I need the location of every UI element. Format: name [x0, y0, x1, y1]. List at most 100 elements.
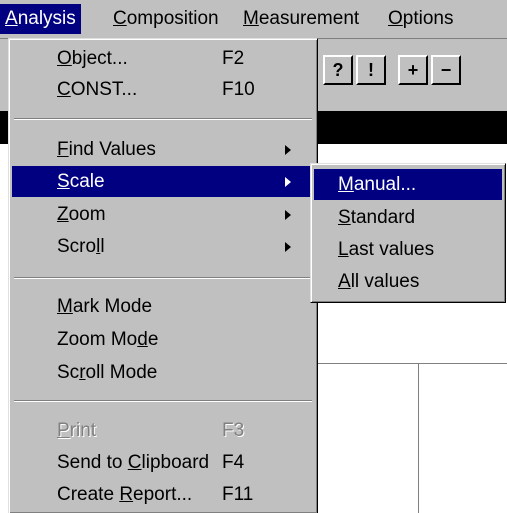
label-mnemonic: d: [137, 329, 148, 350]
menu-item-label: Send to Clipboard: [57, 447, 209, 478]
submenu-arrow-icon: [285, 145, 291, 155]
label-pre: Send to: [57, 452, 128, 473]
label-post: ind Values: [68, 139, 156, 160]
menubar-options-mnemonic: O: [388, 8, 403, 29]
submenu-arrow-icon: [285, 177, 291, 187]
zoom-in-icon[interactable]: +: [398, 55, 428, 85]
submenu-arrow-icon: [285, 210, 291, 220]
label-pre: Scro: [57, 236, 97, 257]
label-pre: Create: [57, 484, 120, 505]
menubar-composition[interactable]: Composition: [108, 4, 224, 34]
menu-item-label: Scale: [57, 166, 105, 197]
label-mnemonic: S: [57, 171, 70, 192]
submenu-item-standard[interactable]: Standard: [314, 202, 502, 233]
exclamation-icon[interactable]: !: [356, 55, 386, 85]
menu-item-label: Scroll Mode: [57, 357, 157, 388]
label-mnemonic: P: [57, 420, 70, 441]
menu-item-label: All values: [338, 266, 419, 297]
menu-item-scale[interactable]: Scale: [12, 166, 314, 197]
help-query-icon[interactable]: ?: [323, 55, 353, 85]
zoom-out-glyph: −: [440, 60, 452, 80]
menubar-analysis-mnemonic: A: [5, 8, 18, 29]
submenu-item-manual[interactable]: Manual...: [314, 169, 502, 200]
help-query-glyph: ?: [332, 60, 344, 80]
menu-item-const[interactable]: CONST... F10: [12, 74, 314, 105]
menu-item-find-values[interactable]: Find Values: [12, 134, 314, 165]
label-mnemonic: F: [57, 139, 69, 160]
menu-item-zoom[interactable]: Zoom: [12, 199, 314, 230]
label-mnemonic: O: [57, 48, 72, 69]
label-mnemonic: A: [338, 271, 351, 292]
menu-item-label: Zoom Mode: [57, 324, 158, 355]
label-mnemonic: L: [338, 239, 349, 260]
label-post: tandard: [350, 207, 416, 228]
menu-item-label: Manual...: [338, 169, 416, 200]
menubar-composition-label: omposition: [126, 8, 219, 29]
menu-item-label: Create Report...: [57, 479, 192, 510]
label-mnemonic: M: [338, 174, 354, 195]
menu-item-label: Find Values: [57, 134, 156, 165]
label-pre: Sc: [57, 362, 80, 383]
label-post: ONST...: [70, 79, 138, 100]
label-post: cale: [69, 171, 105, 192]
frame-divider-horizontal: [300, 363, 507, 364]
menu-item-label: Scroll: [57, 231, 105, 262]
menu-item-shortcut: F3: [222, 420, 245, 441]
submenu-item-last-values[interactable]: Last values: [314, 234, 502, 265]
zoom-out-icon[interactable]: −: [431, 55, 461, 85]
label-post: lipboard: [141, 452, 210, 473]
label-post: bject...: [71, 48, 128, 69]
analysis-menu: Object... F2 CONST... F10 Find Values Sc…: [8, 38, 318, 513]
label-post: l: [100, 236, 105, 257]
menu-item-scroll-mode[interactable]: Scroll Mode: [12, 357, 314, 388]
label-post: ast values: [348, 239, 435, 260]
menubar-options[interactable]: Options: [383, 4, 458, 34]
menu-item-shortcut: F2: [222, 48, 245, 69]
label-post: oll Mode: [85, 362, 158, 383]
label-post: ark Mode: [72, 296, 153, 317]
menu-separator: [14, 277, 312, 279]
label-post: eport...: [133, 484, 193, 505]
menu-item-label: Zoom: [57, 199, 106, 230]
menu-item-label: CONST...: [57, 74, 137, 105]
menu-item-print: Print F3: [12, 415, 314, 446]
frame-divider-vertical: [418, 364, 419, 513]
menu-item-label: Last values: [338, 234, 434, 265]
menu-separator: [14, 400, 312, 402]
exclamation-glyph: !: [368, 60, 374, 80]
menu-item-label: Object...: [57, 43, 128, 74]
menu-item-shortcut: F4: [222, 452, 245, 473]
menu-item-label: Mark Mode: [57, 291, 152, 322]
label-post: oom: [68, 204, 106, 225]
menu-item-mark-mode[interactable]: Mark Mode: [12, 291, 314, 322]
label-mnemonic: C: [57, 79, 71, 100]
menu-item-scroll[interactable]: Scroll: [12, 231, 314, 262]
menubar-measurement-mnemonic: M: [243, 8, 259, 29]
label-post: e: [147, 329, 159, 350]
label-post: rint: [69, 420, 97, 441]
menubar-composition-mnemonic: C: [113, 8, 127, 29]
label-mnemonic: C: [127, 452, 142, 473]
label-mnemonic: S: [338, 207, 351, 228]
menu-item-shortcut: F10: [222, 79, 255, 100]
menubar-measurement[interactable]: Measurement: [238, 4, 364, 34]
menu-item-send-to-clipboard[interactable]: Send to Clipboard F4: [12, 447, 314, 478]
label-post: ll values: [350, 271, 420, 292]
submenu-arrow-icon: [285, 242, 291, 252]
menubar-measurement-label: easurement: [258, 8, 360, 29]
submenu-item-all-values[interactable]: All values: [314, 266, 502, 297]
label-post: anual...: [353, 174, 417, 195]
menu-separator: [14, 118, 312, 120]
menu-item-zoom-mode[interactable]: Zoom Mode: [12, 324, 314, 355]
menubar-analysis[interactable]: Analysis: [0, 4, 81, 34]
label-mnemonic: R: [119, 484, 134, 505]
label-mnemonic: Z: [57, 204, 69, 225]
zoom-in-glyph: +: [407, 60, 419, 80]
menu-item-shortcut: F11: [222, 484, 254, 505]
menubar: Analysis Composition Measurement Options: [0, 0, 507, 39]
menu-item-object[interactable]: Object... F2: [12, 43, 314, 74]
menubar-analysis-label: nalysis: [17, 8, 76, 29]
menu-item-label: Print: [57, 415, 96, 446]
menu-item-create-report[interactable]: Create Report... F11: [12, 479, 314, 510]
menubar-options-label: ptions: [402, 8, 454, 29]
